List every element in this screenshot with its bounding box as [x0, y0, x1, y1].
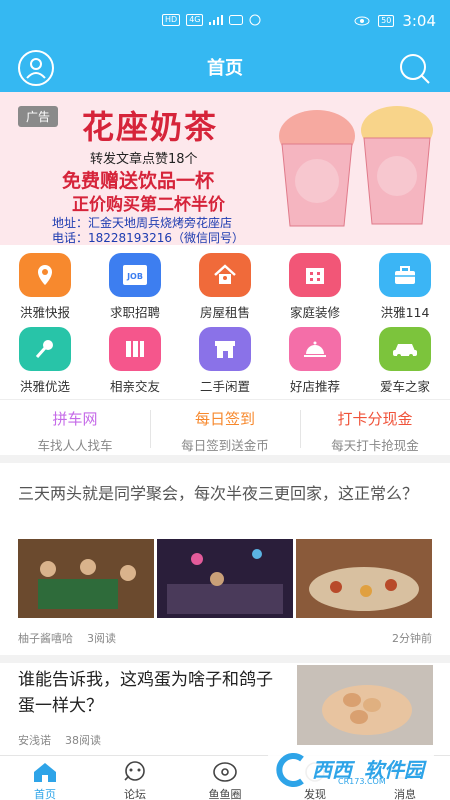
grid-item-housing[interactable]: 房屋租售: [180, 245, 270, 320]
signal-label: 4G: [186, 14, 204, 26]
grid-item-dating[interactable]: 相亲交友: [90, 319, 180, 394]
tab-label: 发现: [304, 788, 326, 800]
grid-item-select[interactable]: 洪雅优选: [0, 319, 90, 394]
article-meta: 安浅诺 38阅读: [18, 732, 101, 748]
section-gap: [0, 455, 450, 463]
carpool-title: 拼车网: [52, 410, 98, 428]
eye-icon: [354, 16, 370, 26]
job-icon: JOB: [109, 253, 161, 297]
grid-item-label: 洪雅优选: [19, 379, 70, 394]
tab-label: 论坛: [124, 788, 146, 800]
article-meta: 柚子酱嘻哈 3阅读 2分钟前: [18, 630, 432, 646]
grid-item-label: 二手闲置: [199, 379, 250, 394]
clock: 3:04: [402, 12, 436, 30]
category-grid: 洪雅快报 JOB 求职招聘 房屋租售 家庭装修 洪雅114 洪雅优选 相亲交友 …: [0, 245, 450, 394]
article-images: [18, 539, 432, 618]
cash-subtitle: 每天打卡抢现金: [331, 438, 419, 453]
signal-icon: [209, 15, 224, 25]
building-icon: [289, 253, 341, 297]
carpool-link[interactable]: 拼车网 车找人人找车: [0, 408, 150, 454]
car-icon: [379, 327, 431, 371]
tab-circle[interactable]: 鱼鱼圈: [180, 758, 270, 800]
books-icon: [109, 327, 161, 371]
grid-item-label: 爱车之家: [379, 379, 430, 394]
article-reads: 3阅读: [87, 632, 116, 645]
food-cloche-icon: [289, 327, 341, 371]
app-status-icon: [249, 14, 261, 26]
svg-text:JOB: JOB: [126, 272, 143, 281]
ad-banner[interactable]: 广告 花座奶茶 转发文章点赞18个 免费赠送饮品一杯 正价购买第二杯半价 地址：…: [0, 92, 450, 245]
checkin-title: 每日签到: [194, 410, 255, 428]
search-icon[interactable]: [398, 52, 432, 86]
ad-tag: 广告: [18, 106, 59, 127]
banner-shop-name: 花座奶茶: [82, 108, 219, 146]
house-icon: [199, 253, 251, 297]
watermark: 西西 软件园 CR173.COM: [268, 752, 434, 788]
cash-title: 打卡分现金: [337, 410, 413, 428]
article-card[interactable]: 谁能告诉我，这鸡蛋为啥子和鸽子蛋一样大？ 安浅诺 38阅读: [0, 663, 450, 755]
article-author: 安浅诺: [18, 734, 51, 747]
battery-indicator: 50: [378, 15, 395, 27]
forum-icon: [124, 761, 145, 781]
message-status-icon: [229, 15, 244, 25]
tab-label: 消息: [394, 788, 416, 800]
banner-phone: 电话：18228193216（微信同号）: [52, 231, 244, 245]
article-photo: [297, 665, 433, 745]
grid-item-shops[interactable]: 好店推荐: [270, 319, 360, 394]
carpool-subtitle: 车找人人找车: [37, 438, 113, 453]
article-photo: [157, 539, 293, 618]
location-pin-icon: [19, 253, 71, 297]
toolbox-icon: [379, 253, 431, 297]
network-badge: HD: [162, 14, 181, 26]
article-photo: [18, 539, 154, 618]
grid-item-label: 相亲交友: [109, 379, 160, 394]
section-gap: [0, 655, 450, 663]
tab-label: 首页: [34, 788, 56, 800]
tab-forum[interactable]: 论坛: [90, 758, 180, 800]
quick-links: 拼车网 车找人人找车 每日签到 每日签到送金币 打卡分现金 每天打卡抢现金: [0, 399, 450, 455]
home-icon: [34, 763, 56, 782]
top-bar: HD 4G 50 3:04 首页: [0, 0, 450, 92]
article-photo: [296, 539, 432, 618]
article-author: 柚子酱嘻哈: [18, 632, 73, 645]
shop-icon: [199, 327, 251, 371]
tab-label: 鱼鱼圈: [208, 788, 242, 800]
app-header: 首页: [0, 44, 450, 92]
grid-item-secondhand[interactable]: 二手闲置: [180, 319, 270, 394]
grid-item-label: 好店推荐: [289, 379, 340, 394]
article-card[interactable]: 三天两头就是同学聚会，每次半夜三更回家，这正常么？ 柚子酱嘻哈 3阅读 2分钟前: [0, 463, 450, 655]
cash-link[interactable]: 打卡分现金 每天打卡抢现金: [300, 408, 450, 454]
article-reads: 38阅读: [65, 734, 101, 747]
status-bar: HD 4G 50 3:04: [0, 0, 450, 44]
article-title: 谁能告诉我，这鸡蛋为啥子和鸽子蛋一样大？: [18, 670, 273, 716]
watermark-logo: [276, 753, 304, 787]
tab-home[interactable]: 首页: [0, 758, 90, 800]
checkin-subtitle: 每日签到送金币: [181, 438, 269, 453]
watermark-url: CR173.COM: [338, 777, 386, 786]
checkin-link[interactable]: 每日签到 每日签到送金币: [150, 408, 300, 454]
grid-item-cars[interactable]: 爱车之家: [360, 319, 450, 394]
banner-line-1: 转发文章点赞18个: [90, 152, 198, 167]
milk-tea-cups-image: [279, 106, 433, 227]
banner-line-3: 正价购买第二杯半价: [72, 195, 225, 215]
article-title: 三天两头就是同学聚会，每次半夜三更回家，这正常么？: [18, 484, 419, 503]
grid-item-114[interactable]: 洪雅114: [360, 245, 450, 320]
article-time: 2分钟前: [392, 632, 432, 645]
grid-item-jobs[interactable]: JOB 求职招聘: [90, 245, 180, 320]
circle-icon: [213, 762, 237, 782]
microphone-icon: [19, 327, 71, 371]
grid-item-decor[interactable]: 家庭装修: [270, 245, 360, 320]
banner-line-2: 免费赠送饮品一杯: [62, 170, 215, 192]
page-title: 首页: [207, 58, 243, 79]
grid-item-news[interactable]: 洪雅快报: [0, 245, 90, 320]
